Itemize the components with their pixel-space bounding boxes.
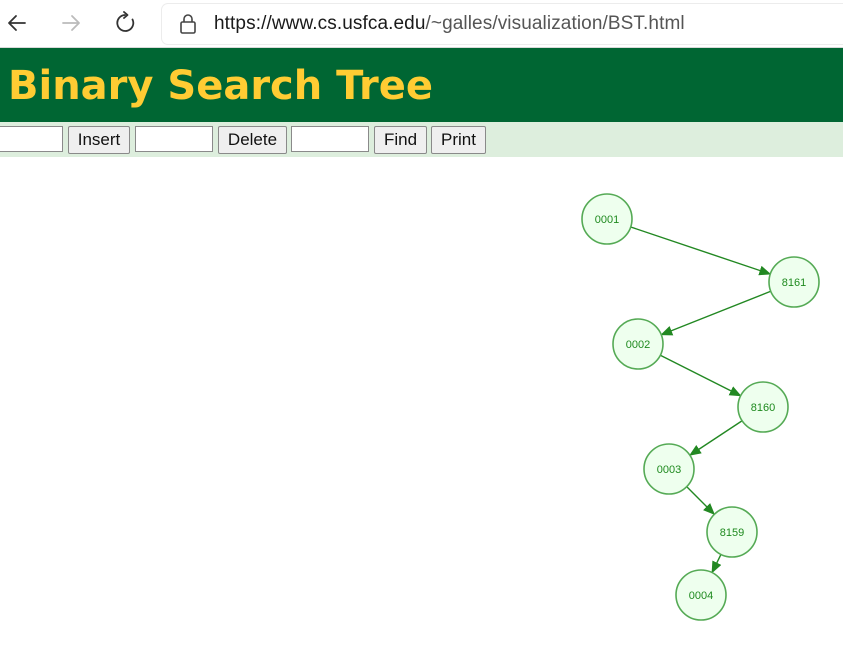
delete-input[interactable] <box>135 126 213 152</box>
find-input[interactable] <box>291 126 369 152</box>
delete-button[interactable]: Delete <box>218 126 287 154</box>
tree-node: 0003 <box>643 443 695 495</box>
tree-node-label: 8159 <box>720 527 744 539</box>
refresh-button[interactable] <box>109 6 143 40</box>
tree-node: 0002 <box>612 318 664 370</box>
tree-edge-n6-n7 <box>711 554 722 574</box>
forward-button[interactable] <box>54 6 88 40</box>
insert-button[interactable]: Insert <box>68 126 130 154</box>
tree-node-label: 8161 <box>782 277 806 289</box>
tree-node: 0004 <box>675 569 727 621</box>
arrow-right-icon <box>62 15 80 31</box>
url-host: https://www.cs.usfca.edu <box>214 13 426 34</box>
tree-edge-n2-n3 <box>660 290 772 336</box>
tree-edge-n1-n2 <box>630 226 772 276</box>
arrow-left-icon <box>8 15 26 31</box>
tree-node: 0001 <box>581 193 633 245</box>
tree-edge-n4-n5 <box>689 420 743 456</box>
lock-icon[interactable] <box>178 13 198 35</box>
url-text: https://www.cs.usfca.edu/~galles/visuali… <box>214 13 685 35</box>
refresh-icon <box>116 11 135 32</box>
tree-node-label: 0004 <box>689 590 713 602</box>
print-button[interactable]: Print <box>431 126 486 154</box>
insert-input[interactable] <box>0 126 63 152</box>
tree-edge-n3-n4 <box>660 354 742 397</box>
back-button[interactable] <box>0 6 34 40</box>
tree-drawing: 0001 8161 0002 8160 0003 8159 0004 <box>581 193 820 621</box>
tree-node-label: 0001 <box>595 214 619 226</box>
browser-toolbar: https://www.cs.usfca.edu/~galles/visuali… <box>0 0 843 48</box>
tree-node: 8160 <box>737 381 789 433</box>
tree-node-label: 0002 <box>626 339 650 351</box>
tree-node: 8159 <box>706 506 758 558</box>
url-path: /~galles/visualization/BST.html <box>425 13 685 34</box>
algorithm-controls: Insert Delete Find Print <box>0 122 843 157</box>
tree-node-label: 0003 <box>657 464 681 476</box>
find-button[interactable]: Find <box>374 126 427 154</box>
tree-edge-n5-n6 <box>686 486 716 516</box>
tree-node-label: 8160 <box>751 402 775 414</box>
page-header: Binary Search Tree <box>0 48 843 122</box>
tree-node: 8161 <box>768 256 820 308</box>
address-bar[interactable]: https://www.cs.usfca.edu/~galles/visuali… <box>162 4 843 44</box>
visualization-canvas: 0001 8161 0002 8160 0003 8159 0004 <box>0 157 843 652</box>
page-title: Binary Search Tree <box>8 63 434 109</box>
